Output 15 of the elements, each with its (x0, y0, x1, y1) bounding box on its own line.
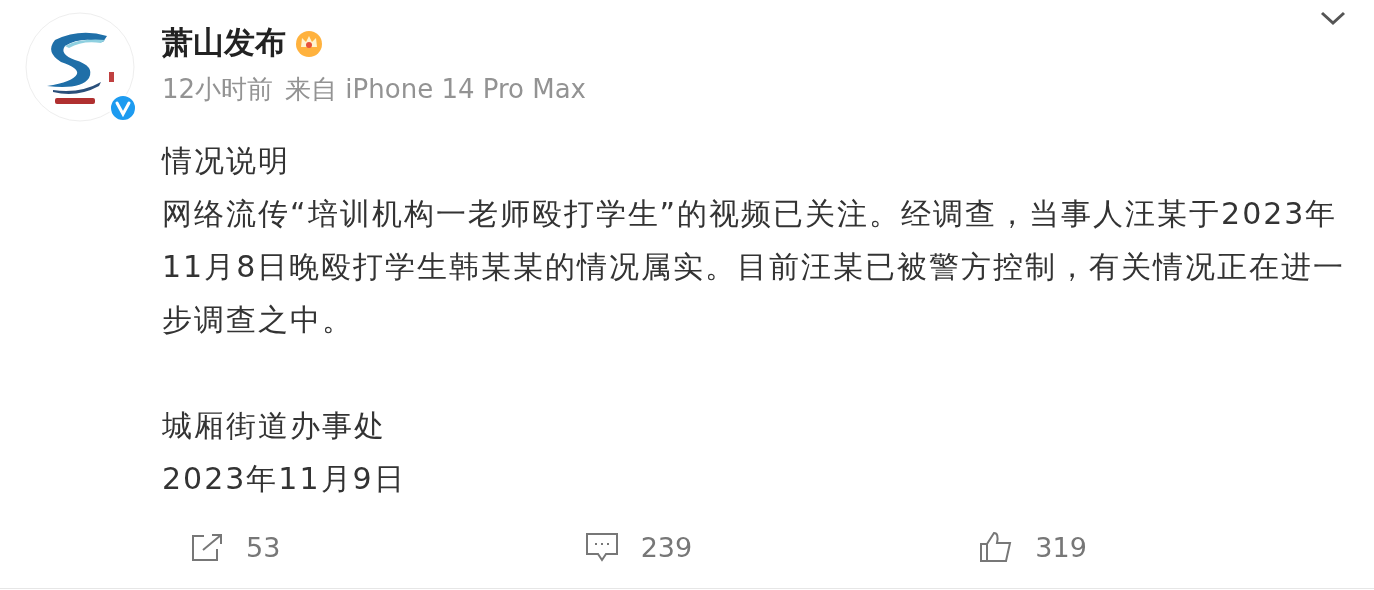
author-name[interactable]: 萧山发布 (162, 22, 286, 64)
share-icon[interactable] (190, 532, 224, 562)
post-source: 来自 iPhone 14 Pro Max (285, 73, 586, 106)
signature-text: 城厢街道办事处 (162, 407, 387, 445)
post-time: 12小时前 (162, 73, 274, 106)
signature-text: 2023年11月9日 (162, 460, 407, 498)
post-text: 网络流传“培训机构一老师殴打学生”的视频已关注。经调查，当事人汪某于2023年11月8日晚殴打学生韩某某的情况属实。目前汪某已被警方控制，有关情况正在进一步调查之中。 (162, 195, 1347, 339)
action-count[interactable]: 319 (1035, 531, 1087, 563)
crown-badge-icon (294, 28, 324, 58)
action-count[interactable]: 53 (246, 531, 281, 563)
post-text: 情况说明 (162, 142, 291, 180)
comment-icon[interactable] (584, 531, 619, 563)
action-count[interactable]: 239 (640, 531, 693, 563)
chevron-down-icon[interactable] (1320, 10, 1346, 26)
thumbs-up-icon[interactable] (979, 531, 1014, 563)
